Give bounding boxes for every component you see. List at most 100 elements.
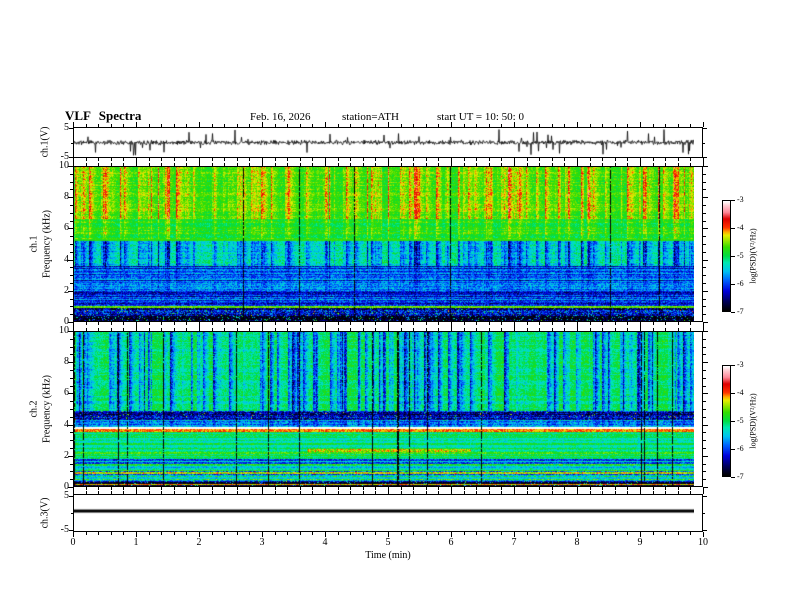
tick-mark — [275, 158, 276, 161]
tick-mark — [653, 532, 654, 535]
tick-mark — [489, 158, 490, 161]
tick-mark — [464, 328, 465, 331]
tick-mark — [489, 322, 490, 325]
tick-mark — [212, 322, 213, 325]
ch1-spectrogram-canvas — [74, 167, 694, 321]
tick-mark — [70, 440, 73, 441]
tick-mark — [690, 491, 691, 494]
tick-mark — [312, 491, 313, 494]
tick-mark — [464, 322, 465, 325]
tick-mark — [249, 328, 250, 331]
tick-mark — [70, 252, 73, 253]
tick-mark — [690, 322, 691, 325]
tick-mark — [438, 491, 439, 494]
tick-mark — [300, 322, 301, 325]
tick-mark — [615, 163, 616, 166]
tick-mark — [98, 158, 99, 161]
tick-mark — [627, 491, 628, 494]
tick-mark — [111, 491, 112, 494]
tick-mark — [123, 491, 124, 494]
tick-mark — [375, 158, 376, 161]
tick-mark — [70, 205, 73, 206]
tick-mark — [501, 487, 502, 490]
tick-mark — [161, 491, 162, 494]
tick-mark — [489, 487, 490, 490]
tick-mark — [70, 275, 73, 276]
tick-mark — [111, 328, 112, 331]
tick-mark — [640, 489, 641, 494]
tick-mark — [149, 124, 150, 127]
tick-mark — [224, 163, 225, 166]
tick-mark — [86, 163, 87, 166]
tick-mark — [665, 124, 666, 127]
tick-mark — [325, 161, 326, 166]
tick-mark — [438, 322, 439, 325]
tick-mark — [703, 347, 706, 348]
tick-mark — [111, 163, 112, 166]
tick-mark — [70, 354, 73, 355]
y-tick-label: 6 — [64, 387, 69, 399]
y-tick-label: 4 — [64, 253, 69, 265]
tick-mark — [338, 322, 339, 325]
tick-mark — [224, 158, 225, 161]
tick-mark — [476, 124, 477, 127]
tick-mark — [552, 328, 553, 331]
colorbar-tick-label: -6 — [737, 279, 744, 288]
tick-mark — [731, 200, 735, 201]
tick-mark — [413, 532, 414, 535]
tick-mark — [703, 464, 706, 465]
tick-mark — [413, 124, 414, 127]
tick-mark — [186, 328, 187, 331]
tick-mark — [590, 532, 591, 535]
tick-mark — [627, 532, 628, 535]
x-tick-label: 1 — [133, 537, 139, 548]
tick-mark — [552, 163, 553, 166]
tick-mark — [602, 322, 603, 325]
tick-mark — [703, 252, 706, 253]
tick-mark — [388, 161, 389, 166]
tick-mark — [212, 158, 213, 161]
tick-mark — [426, 328, 427, 331]
tick-mark — [539, 124, 540, 127]
tick-mark — [161, 328, 162, 331]
tick-mark — [70, 464, 73, 465]
tick-mark — [149, 491, 150, 494]
tick-mark — [690, 328, 691, 331]
tick-mark — [375, 491, 376, 494]
y-tick-label: 5 — [64, 122, 69, 134]
tick-mark — [312, 158, 313, 161]
tick-mark — [123, 328, 124, 331]
tick-mark — [438, 328, 439, 331]
tick-mark — [703, 143, 705, 144]
tick-mark — [186, 532, 187, 535]
tick-mark — [350, 487, 351, 490]
tick-mark — [287, 491, 288, 494]
tick-mark — [615, 322, 616, 325]
tick-mark — [186, 163, 187, 166]
tick-mark — [98, 487, 99, 490]
y-tick-label: 10 — [59, 325, 69, 336]
tick-mark — [388, 122, 389, 127]
tick-mark — [70, 401, 73, 402]
tick-mark — [451, 122, 452, 127]
tick-mark — [237, 163, 238, 166]
tick-mark — [237, 328, 238, 331]
tick-mark — [161, 124, 162, 127]
tick-mark — [70, 347, 73, 348]
tick-mark — [731, 477, 735, 478]
tick-mark — [70, 448, 73, 449]
tick-mark — [703, 174, 706, 175]
tick-mark — [186, 124, 187, 127]
tick-mark — [564, 491, 565, 494]
tick-mark — [703, 393, 708, 394]
tick-mark — [287, 322, 288, 325]
tick-mark — [527, 491, 528, 494]
tick-mark — [703, 378, 706, 379]
tick-mark — [174, 491, 175, 494]
tick-mark — [731, 365, 735, 366]
tick-mark — [174, 124, 175, 127]
y-tick-label: 10 — [59, 160, 69, 171]
tick-mark — [237, 124, 238, 127]
tick-mark — [300, 163, 301, 166]
tick-mark — [70, 213, 73, 214]
